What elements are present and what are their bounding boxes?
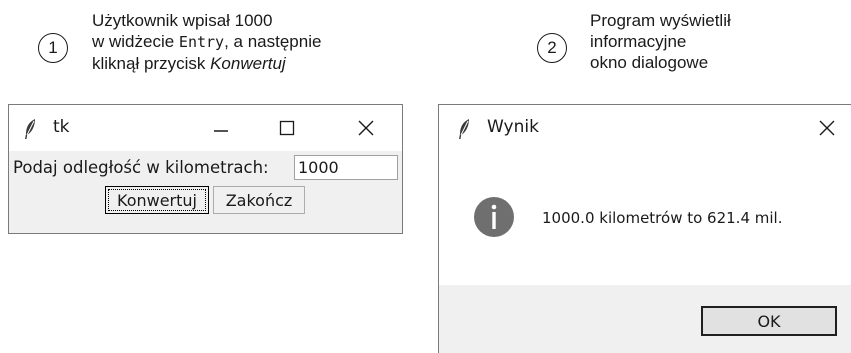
feather-icon	[459, 119, 469, 139]
distance-entry[interactable]: 1000	[294, 155, 398, 180]
main-window: tk Podaj odległość w kilometrach: 1000 K…	[8, 104, 403, 234]
convert-button[interactable]: Konwertuj	[105, 186, 209, 214]
maximize-icon	[279, 120, 295, 136]
close-button[interactable]	[346, 113, 386, 143]
dialog-close-button[interactable]	[807, 113, 847, 143]
step-1-line1: Użytkownik wpisał 1000	[92, 11, 273, 30]
info-icon	[474, 197, 514, 237]
feather-icon	[25, 119, 35, 139]
step-2-badge: 2	[537, 33, 567, 63]
maximize-button[interactable]	[267, 113, 307, 143]
step-2-line3: okno dialogowe	[590, 53, 709, 72]
step-1-italic: Konwertuj	[210, 54, 286, 73]
dialog-titlebar[interactable]: Wynik	[439, 105, 851, 151]
main-window-titlebar[interactable]: tk	[9, 105, 402, 151]
main-window-title: tk	[53, 117, 70, 137]
step-1-badge: 1	[38, 33, 68, 63]
minimize-button[interactable]	[201, 113, 241, 143]
quit-button[interactable]: Zakończ	[213, 186, 305, 214]
step-1-line2-tail: , a następnie	[224, 32, 322, 51]
step-1-line3-text: kliknął przycisk	[92, 54, 211, 73]
close-icon	[358, 120, 374, 136]
step-1-code: Entry	[178, 33, 225, 51]
step-2-caption: Program wyświetlił informacyjne okno dia…	[590, 10, 731, 73]
ok-button[interactable]: OK	[701, 306, 837, 336]
main-window-body: Podaj odległość w kilometrach: 1000 Konw…	[9, 151, 402, 233]
step-2-line1: Program wyświetlił	[590, 11, 731, 30]
step-1-caption: Użytkownik wpisał 1000 w widżecie Entry,…	[92, 10, 321, 74]
minimize-icon	[214, 130, 228, 132]
dialog-title: Wynik	[487, 117, 539, 137]
step-1-line2-text: w widżecie	[92, 32, 179, 51]
step-1-line3: kliknął przycisk Konwertuj	[92, 53, 321, 74]
result-dialog: Wynik 1000.0 kilometrów to 621.4 mil. OK	[438, 104, 851, 353]
info-glyph	[491, 204, 497, 229]
step-2-line2: informacyjne	[590, 32, 687, 51]
step-1-line2: w widżecie Entry, a następnie	[92, 31, 321, 53]
close-icon	[819, 120, 835, 136]
distance-label: Podaj odległość w kilometrach:	[13, 158, 269, 177]
result-message: 1000.0 kilometrów to 621.4 mil.	[542, 209, 783, 227]
